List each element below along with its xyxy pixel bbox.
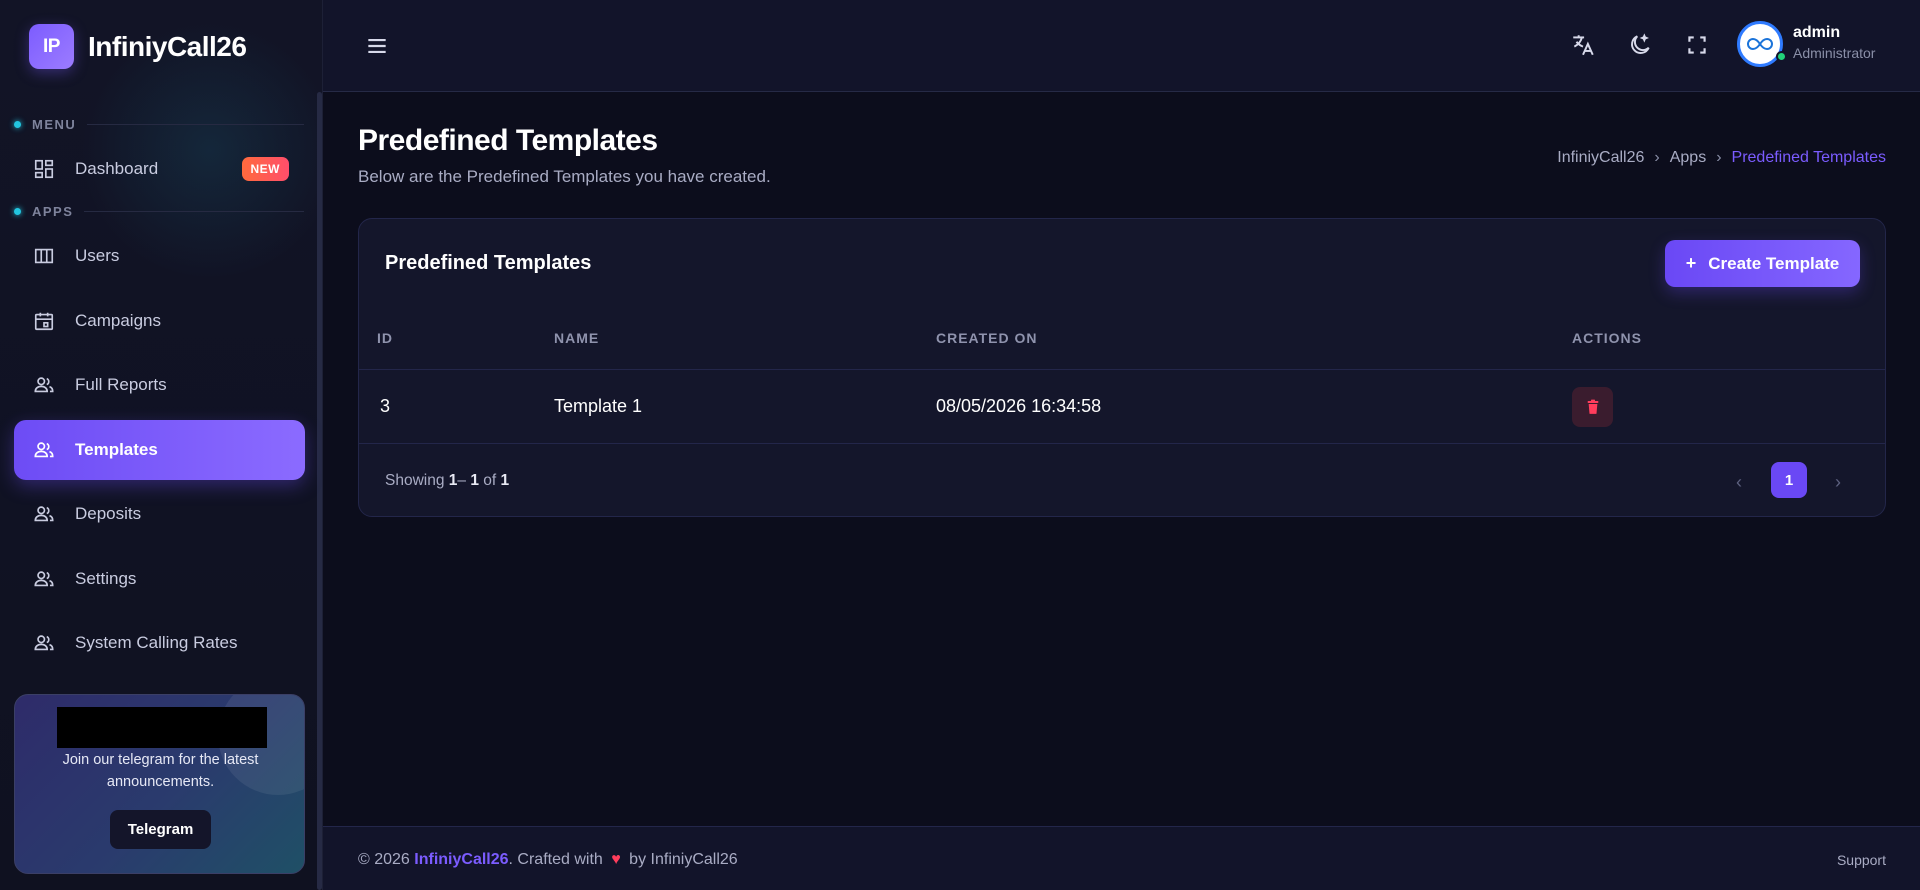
- sidebar-item-settings[interactable]: Settings: [14, 549, 305, 609]
- page-subtitle: Below are the Predefined Templates you h…: [358, 167, 771, 186]
- promo-text: Join our telegram for the latest announc…: [62, 752, 259, 790]
- pagination-page-1[interactable]: 1: [1771, 462, 1807, 498]
- create-template-label: Create Template: [1708, 253, 1840, 273]
- sidebar-item-dashboard[interactable]: Dashboard NEW: [14, 139, 305, 199]
- avatar[interactable]: [1737, 21, 1783, 67]
- card-title: Predefined Templates: [385, 252, 592, 274]
- users-icon: [34, 506, 54, 522]
- column-header-id: ID: [377, 330, 393, 346]
- create-template-button[interactable]: + Create Template: [1665, 240, 1860, 287]
- table-divider: [359, 369, 1885, 370]
- section-label: MENU: [32, 117, 77, 132]
- brand-logo: IP: [29, 24, 74, 69]
- sidebar-item-system-calling-rates[interactable]: System Calling Rates: [14, 613, 305, 673]
- trash-icon: [1587, 399, 1598, 414]
- sidebar-item-templates[interactable]: Templates: [14, 420, 305, 480]
- calendar-icon: [34, 312, 54, 331]
- breadcrumb-item-home[interactable]: InfiniyCall26: [1557, 149, 1644, 167]
- sidebar-item-deposits[interactable]: Deposits: [14, 484, 305, 544]
- breadcrumb: InfiniyCall26 › Apps › Predefined Templa…: [1557, 149, 1886, 167]
- column-header-actions: ACTIONS: [1572, 330, 1642, 346]
- telegram-button[interactable]: Telegram: [110, 810, 211, 849]
- section-dot: [14, 208, 21, 215]
- menu-toggle-button[interactable]: [362, 31, 392, 61]
- fullscreen-icon: [1688, 36, 1706, 54]
- user-name[interactable]: admin: [1793, 24, 1840, 42]
- cell-created-on: 08/05/2026 16:34:58: [936, 396, 1102, 416]
- showing-prefix: Showing: [385, 472, 449, 489]
- page-title: Predefined Templates: [358, 124, 658, 157]
- sidebar-item-label: Full Reports: [75, 375, 167, 394]
- avatar-logo-icon: [1747, 37, 1773, 51]
- cell-name: Template 1: [554, 396, 643, 416]
- pagination-summary: Showing 1– 1 of 1: [385, 472, 509, 490]
- chevron-right-icon: ›: [1716, 149, 1722, 166]
- sidebar-item-label: Campaigns: [75, 311, 161, 330]
- sidebar-item-label: Deposits: [75, 504, 142, 523]
- translate-icon: [1573, 35, 1594, 56]
- language-button[interactable]: [1568, 30, 1598, 60]
- column-header-name: NAME: [554, 330, 600, 346]
- pagination-next-button[interactable]: ›: [1835, 472, 1841, 493]
- showing-to: 1: [470, 472, 479, 489]
- dashboard-icon: [34, 159, 54, 179]
- brand[interactable]: IP InfiniyCall26: [29, 24, 247, 69]
- chevron-right-icon: ›: [1654, 149, 1660, 166]
- fullscreen-button[interactable]: [1682, 30, 1712, 60]
- hamburger-icon: [368, 38, 386, 54]
- sidebar-item-label: Users: [75, 246, 120, 265]
- section-label: APPS: [32, 204, 74, 219]
- crafted-text: . Crafted with: [508, 851, 608, 868]
- new-badge: NEW: [241, 157, 289, 181]
- users-icon: [34, 377, 54, 393]
- showing-of: of: [478, 472, 501, 489]
- templates-card: Predefined Templates + Create Template I…: [358, 218, 1886, 517]
- nav-section-apps: APPS: [14, 204, 304, 219]
- copyright-text: © 2026: [358, 851, 415, 868]
- topbar: admin Administrator: [323, 0, 1920, 92]
- support-link[interactable]: Support: [1837, 852, 1886, 868]
- sidebar-item-label: System Calling Rates: [75, 633, 238, 652]
- breadcrumb-item-apps[interactable]: Apps: [1670, 149, 1706, 167]
- sidebar-item-campaigns[interactable]: Campaigns: [14, 291, 305, 351]
- sidebar: IP InfiniyCall26 MENU Dashboard NEW APPS…: [0, 0, 323, 890]
- moon-icon: [1631, 33, 1650, 54]
- theme-toggle-button[interactable]: [1625, 30, 1655, 60]
- column-header-created-on: CREATED ON: [936, 330, 1038, 346]
- section-divider: [87, 124, 304, 125]
- sidebar-item-full-reports[interactable]: Full Reports: [14, 355, 305, 415]
- users-icon: [34, 571, 54, 587]
- table-divider: [359, 443, 1885, 444]
- footer-copyright: © 2026 InfiniyCall26. Crafted with ♥ by …: [358, 851, 738, 869]
- heart-icon: ♥: [611, 851, 621, 868]
- cell-id: 3: [380, 396, 391, 416]
- brand-name: InfiniyCall26: [88, 30, 247, 62]
- promo-image: [57, 707, 267, 748]
- sidebar-item-users[interactable]: Users: [14, 226, 305, 286]
- sidebar-scrollbar[interactable]: [317, 92, 322, 890]
- sidebar-item-label: Templates: [75, 440, 158, 459]
- delete-button[interactable]: [1572, 387, 1613, 427]
- telegram-promo-card: Join our telegram for the latest announc…: [14, 694, 305, 874]
- footer: © 2026 InfiniyCall26. Crafted with ♥ by …: [323, 826, 1920, 890]
- online-status-dot: [1776, 51, 1787, 62]
- nav-section-menu: MENU: [14, 117, 304, 132]
- breadcrumb-item-current: Predefined Templates: [1731, 149, 1886, 166]
- plus-icon: +: [1685, 253, 1697, 273]
- section-dot: [14, 121, 21, 128]
- users-icon: [34, 635, 54, 651]
- columns-icon: [34, 248, 54, 264]
- users-icon: [34, 442, 54, 458]
- showing-total: 1: [500, 472, 510, 489]
- user-role: Administrator: [1793, 45, 1876, 61]
- pagination-prev-button[interactable]: ‹: [1736, 472, 1742, 493]
- showing-dash: –: [457, 472, 471, 489]
- footer-brand-link[interactable]: InfiniyCall26: [414, 851, 508, 868]
- section-divider: [84, 211, 304, 212]
- sidebar-item-label: Dashboard: [75, 159, 159, 178]
- by-text: by InfiniyCall26: [624, 851, 738, 868]
- sidebar-item-label: Settings: [75, 569, 137, 588]
